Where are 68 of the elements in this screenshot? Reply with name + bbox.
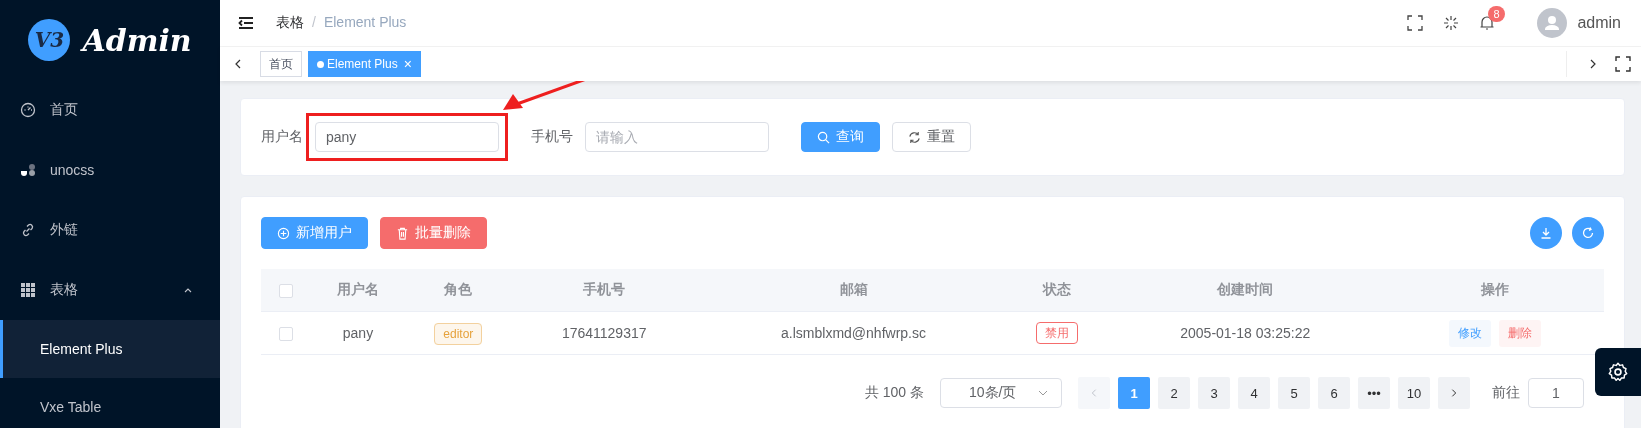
page-button[interactable]: 2: [1158, 377, 1190, 409]
column-header: 用户名: [336, 281, 379, 297]
refresh-button[interactable]: [1572, 217, 1604, 249]
menu-item[interactable]: 首页: [0, 80, 220, 140]
bell-icon[interactable]: [1479, 15, 1496, 31]
refresh-icon: [1581, 226, 1595, 240]
tab[interactable]: 首页: [260, 51, 302, 77]
chevron-right-icon: [1449, 388, 1459, 398]
breadcrumb-separator: /: [312, 14, 316, 32]
table-cell: pany: [342, 325, 374, 341]
menu-label: 外链: [50, 221, 78, 239]
download-icon: [1539, 226, 1553, 240]
column-header: 角色: [444, 281, 473, 297]
menu-item[interactable]: 外链: [0, 200, 220, 260]
page-size-select[interactable]: 10条/页: [940, 378, 1062, 408]
page-button[interactable]: •••: [1358, 377, 1390, 409]
checkbox[interactable]: [279, 284, 293, 299]
menu-label: 表格: [50, 281, 78, 299]
column-header: 操作: [1481, 281, 1510, 297]
search-icon: [817, 130, 830, 144]
menu-item[interactable]: unocss: [0, 140, 220, 200]
chevron-left-icon: [1089, 388, 1099, 398]
column-header: 邮箱: [839, 281, 868, 297]
notification-badge: 8: [1488, 6, 1505, 22]
fullscreen-icon[interactable]: [1407, 15, 1424, 31]
page-input[interactable]: 1: [1528, 378, 1584, 408]
role-tag: editor: [434, 323, 483, 345]
menu-label: 首页: [50, 101, 78, 119]
field-label: 手机号: [531, 128, 573, 146]
page-button[interactable]: 4: [1238, 377, 1270, 409]
button[interactable]: 重置: [892, 122, 971, 152]
submenu-item[interactable]: Element Plus: [0, 320, 220, 378]
logo-text: Admin: [82, 22, 192, 58]
submenu-item[interactable]: Vxe Table: [0, 378, 220, 428]
goto-label: 前往: [1492, 384, 1520, 402]
column-header: 手机号: [583, 281, 626, 297]
dashboard-icon: [20, 102, 36, 118]
trash-icon: [396, 226, 409, 240]
menu-icon[interactable]: [238, 15, 254, 31]
breadcrumb-item[interactable]: 表格: [276, 14, 304, 32]
page-button[interactable]: 5: [1278, 377, 1310, 409]
settings-button[interactable]: [1595, 348, 1641, 396]
total-count: 共 100 条: [864, 384, 924, 402]
menu-item[interactable]: 表格: [0, 260, 220, 320]
grid-icon: [20, 282, 36, 298]
fullscreen-icon[interactable]: [1615, 56, 1631, 72]
page-button[interactable]: 6: [1318, 377, 1350, 409]
refresh-icon: [908, 130, 921, 144]
logo-badge: V3: [28, 19, 71, 61]
link-icon: [20, 222, 36, 238]
sparkle-icon[interactable]: [1443, 15, 1460, 31]
table-cell: 17641129317: [561, 325, 647, 341]
status-tag: 禁用: [1036, 322, 1079, 344]
download-button[interactable]: [1530, 217, 1562, 249]
shapes-icon: [20, 162, 36, 178]
page-button[interactable]: 10: [1398, 377, 1430, 409]
checkbox[interactable]: [279, 327, 293, 342]
page-button[interactable]: 3: [1198, 377, 1230, 409]
field-label: 用户名: [261, 128, 303, 146]
column-header: 创建时间: [1217, 281, 1274, 297]
input-field[interactable]: pany: [306, 113, 508, 161]
menu-label: unocss: [50, 162, 95, 178]
username[interactable]: admin: [1577, 14, 1621, 32]
table-cell: a.lsmblxmd@nhfwrp.sc: [781, 325, 926, 341]
table-cell: 2005-01-18 03:25:22: [1180, 325, 1311, 341]
column-header: 状态: [1043, 281, 1072, 297]
plus-circle-icon: [277, 226, 290, 240]
settings-icon: [1607, 361, 1629, 383]
